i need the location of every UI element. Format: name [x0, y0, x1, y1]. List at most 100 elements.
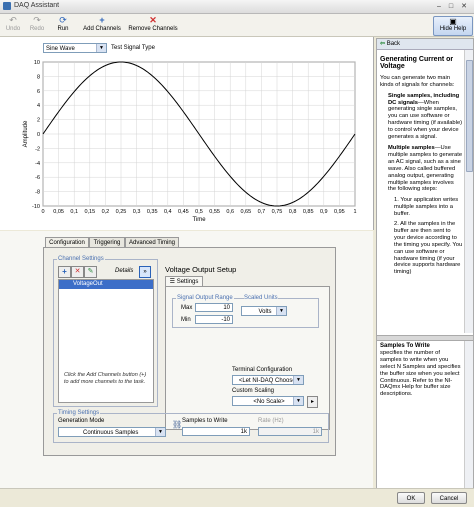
samples-to-write-input[interactable]: 1k [182, 427, 250, 436]
x-tick-label: 0,2 [102, 209, 110, 215]
scale-editor-icon[interactable]: ▸ [307, 396, 318, 408]
help-topic: Generating Current or Voltage You can ge… [380, 56, 463, 276]
voltage-setup-title: Voltage Output Setup [165, 265, 237, 274]
x-axis-label: Time [192, 217, 206, 223]
signal-output-range-group: Signal Output Range Max 10 Min -10 Scale… [172, 295, 319, 328]
signal-chart: 0 0,05 0,1 0,15 0,2 0,25 0,3 0,35 0,4 0,45 0,5 0,55… [23, 60, 357, 223]
x-tick-label: 0,5 [195, 209, 203, 215]
generation-mode-label: Generation Mode [58, 418, 105, 424]
remove-channel-icon[interactable]: ✕ [71, 266, 84, 278]
min-label: Min [181, 317, 191, 323]
footer-bar: OK Cancel [0, 488, 474, 507]
generation-mode-select[interactable]: Continuous Samples ▼ [58, 427, 166, 437]
details-label: Details [115, 268, 134, 274]
help-icon: ▣ [449, 17, 457, 26]
add-channel-icon[interactable]: + [58, 266, 71, 278]
y-tick-label: -4 [35, 161, 40, 167]
x-tick-label: 0,45 [178, 209, 189, 215]
undo-button[interactable]: ↶ Undo [4, 15, 22, 32]
title-bar: DAQ Assistant – □ ✕ [0, 0, 474, 14]
max-input[interactable]: 10 [195, 303, 233, 312]
x-tick-label: 0,8 [289, 209, 297, 215]
chevron-down-icon: ▼ [155, 428, 165, 436]
x-tick-label: 0,3 [133, 209, 141, 215]
cancel-button[interactable]: Cancel [431, 492, 467, 504]
maximize-icon[interactable]: □ [446, 2, 456, 11]
settings-icon: ☰ [169, 279, 176, 285]
help-back-button[interactable]: ⇦ Back [377, 39, 473, 50]
add-icon: + [99, 15, 105, 25]
link-icon[interactable]: ⛓ [172, 420, 182, 429]
help-context-scrollbar[interactable] [464, 341, 473, 488]
min-input[interactable]: -10 [195, 315, 233, 324]
help-context: Samples To Write specifies the number of… [380, 343, 463, 398]
scaled-units-select[interactable]: Volts ▼ [241, 306, 287, 316]
toolbar: ↶ Undo ↷ Redo ⟳ Run + Add Channels ✕ Rem… [0, 14, 474, 37]
timing-settings-label: Timing Settings [57, 410, 101, 416]
help-title: Generating Current or Voltage [380, 56, 454, 70]
help-splitter[interactable] [377, 335, 473, 341]
chevron-down-icon: ▼ [293, 397, 303, 405]
help-scroll-thumb[interactable] [466, 60, 473, 172]
y-tick-label: -10 [32, 204, 40, 210]
remove-channels-button[interactable]: ✕ Remove Channels [126, 15, 180, 32]
x-tick-label: 0,35 [147, 209, 158, 215]
channel-list-item[interactable]: VoltageOut [59, 280, 153, 289]
ok-button[interactable]: OK [397, 492, 425, 504]
remove-icon: ✕ [149, 15, 157, 25]
add-channels-button[interactable]: + Add Channels [80, 15, 124, 32]
channel-settings-group: Channel Settings + ✕ ✎ Details » Voltage… [53, 256, 158, 407]
back-arrow-icon: ⇦ [380, 41, 386, 47]
app-icon [3, 2, 11, 10]
custom-scaling-select[interactable]: <No Scale> ▼ [232, 396, 304, 406]
rate-input[interactable]: 1k [258, 427, 322, 436]
x-tick-label: 0,6 [226, 209, 234, 215]
y-tick-label: -8 [35, 190, 40, 196]
y-tick-label: 10 [34, 60, 40, 66]
run-icon: ⟳ [59, 15, 67, 25]
help-bullet-2-text: —Use multiple samples to generate an AC … [388, 144, 463, 193]
undo-icon: ↶ [9, 15, 17, 25]
x-tick-label: 0,05 [53, 209, 64, 215]
max-label: Max [181, 305, 193, 311]
help-bullet-1-text: —When generating single samples, you can… [388, 99, 463, 141]
y-tick-label: 4 [37, 103, 40, 109]
x-tick-label: 0,7 [258, 209, 266, 215]
hide-help-button[interactable]: ▣ Hide Help [433, 16, 473, 36]
x-tick-label: 0,75 [272, 209, 283, 215]
y-tick-label: 2 [37, 118, 40, 124]
y-tick-label: 6 [37, 89, 40, 95]
add-channels-hint: Click the Add Channels button (+) to add… [64, 372, 147, 385]
help-scrollbar[interactable] [464, 50, 473, 333]
rename-channel-icon[interactable]: ✎ [84, 266, 97, 278]
x-tick-label: 0,25 [116, 209, 127, 215]
scaled-units-label: Scaled Units [244, 295, 278, 301]
x-tick-label: 0,55 [209, 209, 220, 215]
y-tick-label: 8 [37, 74, 40, 80]
channel-settings-label: Channel Settings [57, 256, 105, 262]
redo-icon: ↷ [33, 15, 41, 25]
chevron-down-icon: ▼ [293, 376, 303, 384]
chart-pane: Sine Wave ▼ Test Signal Type 0 0,05 0,1 0,1… [0, 37, 374, 230]
y-axis-label: Amplitude [23, 120, 29, 147]
custom-scaling-label: Custom Scaling [232, 388, 275, 394]
configuration-tab-panel: Channel Settings + ✕ ✎ Details » Voltage… [43, 247, 336, 456]
chevron-down-icon: ▼ [276, 307, 286, 315]
details-expand-icon[interactable]: » [139, 266, 151, 278]
close-icon[interactable]: ✕ [459, 2, 469, 11]
terminal-config-select[interactable]: <Let NI-DAQ Choose> ▼ [232, 375, 304, 385]
help-pane: ⇦ Back Generating Current or Voltage You… [376, 38, 474, 490]
y-tick-label: -2 [35, 146, 40, 152]
help-intro: You can generate two main kinds of signa… [380, 74, 455, 88]
help-bullet-2-title: Multiple samples [388, 144, 435, 151]
run-button[interactable]: ⟳ Run [55, 15, 71, 32]
samples-to-write-label: Samples to Write [182, 418, 228, 424]
redo-button[interactable]: ↷ Redo [28, 15, 46, 32]
minimize-icon[interactable]: – [434, 2, 444, 11]
x-tick-label: 0,4 [164, 209, 172, 215]
x-tick-label: 0,15 [84, 209, 95, 215]
x-tick-label: 1 [353, 209, 356, 215]
y-tick-label: 0 [37, 132, 40, 138]
timing-settings-group: Timing Settings Generation Mode Continuo… [53, 410, 329, 443]
x-tick-label: 0,95 [334, 209, 345, 215]
